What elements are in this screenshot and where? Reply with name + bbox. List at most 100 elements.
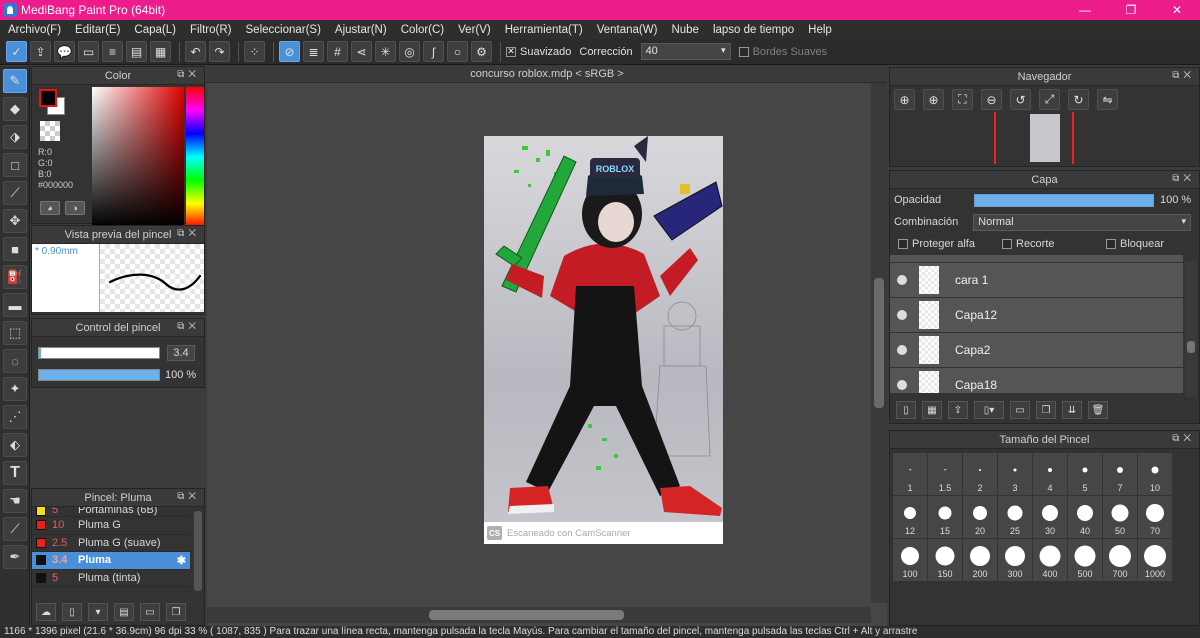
protect-alpha-checkbox[interactable]	[898, 239, 908, 249]
visibility-eye-icon[interactable]	[897, 275, 907, 285]
menu-lapso[interactable]: lapso de tiempo	[707, 24, 802, 36]
snap-settings-icon[interactable]: ⚙	[471, 41, 492, 62]
duplicate-brush-icon[interactable]: ❐	[166, 603, 186, 621]
chat-icon[interactable]: ▭	[78, 41, 99, 62]
canvas-horizontal-scrollbar[interactable]	[207, 607, 871, 623]
new-layer-icon[interactable]: ▯	[896, 401, 916, 419]
menu-filtro[interactable]: Filtro(R)	[184, 24, 240, 36]
brush-size-cell-150[interactable]: 150	[928, 539, 962, 581]
brush-size-cell-3[interactable]: 3	[998, 453, 1032, 495]
brush-size-value[interactable]: 3.4	[167, 345, 195, 361]
snap-vanishing-icon[interactable]: ⋖	[351, 41, 372, 62]
foreground-color-swatch[interactable]	[39, 89, 57, 107]
redo-icon[interactable]: ↷	[209, 41, 230, 62]
brush-size-cell-700[interactable]: 700	[1103, 539, 1137, 581]
brush-size-cell-12[interactable]: 12	[893, 496, 927, 538]
zoom-in-alt-icon[interactable]: ⊕	[923, 89, 944, 110]
snap-parallel-icon[interactable]: ≣	[303, 41, 324, 62]
brush-size-cell-100[interactable]: 100	[893, 539, 927, 581]
menu-ver[interactable]: Ver(V)	[452, 24, 499, 36]
new-halftone-layer-icon[interactable]: ▦	[922, 401, 942, 419]
pen-tool-icon[interactable]: ✒	[3, 545, 27, 569]
zoom-in-icon[interactable]: ⊕	[894, 89, 915, 110]
panel-popout-close-icon[interactable]: ⧉✕	[1172, 433, 1195, 444]
add-brush-dropdown-icon[interactable]: ▾	[88, 603, 108, 621]
layer-opacity-slider[interactable]	[974, 193, 1154, 207]
layer-row-cara-1[interactable]: cara 1	[890, 263, 1183, 298]
menu-ajustar[interactable]: Ajustar(N)	[329, 24, 395, 36]
minimize-button[interactable]: —	[1062, 0, 1108, 20]
menu-help[interactable]: Help	[802, 24, 840, 36]
move-tool-icon[interactable]: ✥	[3, 209, 27, 233]
layer-folder-icon[interactable]: ▭	[1010, 401, 1030, 419]
canvas-area[interactable]: concurso roblox.mdp < sRGB > ROBLOX CS E…	[207, 66, 887, 626]
panel-popout-close-icon[interactable]: ⧉✕	[177, 321, 200, 332]
snap-ring-icon[interactable]: ○	[447, 41, 468, 62]
brush-opacity-slider[interactable]	[38, 369, 160, 381]
duplicate-layer-icon[interactable]: ❐	[1036, 401, 1056, 419]
canvas-vertical-scrollbar[interactable]	[871, 83, 887, 603]
rectangle-tool-icon[interactable]: □	[3, 153, 27, 177]
brush-folder-icon[interactable]: ▭	[140, 603, 160, 621]
undo-icon[interactable]: ↶	[185, 41, 206, 62]
visibility-eye-icon[interactable]	[897, 310, 907, 320]
visibility-eye-icon[interactable]	[897, 345, 907, 355]
fit-window-icon[interactable]: ⛶	[952, 89, 973, 110]
snap-curve-icon[interactable]: ʃ	[423, 41, 444, 62]
layer-list-scrollbar[interactable]	[1185, 261, 1197, 397]
close-button[interactable]: ✕	[1154, 0, 1200, 20]
fullscreen-icon[interactable]: ⤢	[1039, 89, 1060, 110]
rotate-left-icon[interactable]: ↺	[1010, 89, 1031, 110]
selection-dots-icon[interactable]: ⁘	[244, 41, 265, 62]
brush-doc-icon[interactable]: ▤	[114, 603, 134, 621]
brush-item-pluma-tinta[interactable]: 5 Pluma (tinta)	[32, 570, 190, 587]
snap-circle-icon[interactable]: ◎	[399, 41, 420, 62]
brush-size-cell-1000[interactable]: 1000	[1138, 539, 1172, 581]
menu-color[interactable]: Color(C)	[395, 24, 452, 36]
brush-size-cell-1[interactable]: 1	[893, 453, 927, 495]
brush-settings-gear-icon[interactable]: ✱	[177, 554, 186, 567]
transparent-swatch[interactable]	[40, 121, 60, 141]
cloud-brush-icon[interactable]: ☁	[36, 603, 56, 621]
soft-edges-checkbox[interactable]	[738, 46, 749, 57]
select-rect-tool-icon[interactable]: ⬚	[3, 321, 27, 345]
dotted-eraser-tool-icon[interactable]: ⬗	[3, 125, 27, 149]
rotate-right-icon[interactable]: ↻	[1068, 89, 1089, 110]
menu-archivo[interactable]: Archivo(F)	[2, 24, 69, 36]
brush-item-pluma-g[interactable]: 10 Pluma G	[32, 517, 190, 535]
maximize-button[interactable]: ❐	[1108, 0, 1154, 20]
visibility-eye-icon[interactable]	[897, 380, 907, 390]
delete-layer-icon[interactable]: 🗑	[1088, 401, 1108, 419]
layer-row-capa18[interactable]: Capa18	[890, 368, 1183, 393]
brush-size-cell-30[interactable]: 30	[1033, 496, 1067, 538]
snap-cross-icon[interactable]: #	[327, 41, 348, 62]
panel-popout-close-icon[interactable]: ⧉✕	[1172, 70, 1195, 81]
new-brush-icon[interactable]: ▯	[62, 603, 82, 621]
menu-editar[interactable]: Editar(E)	[69, 24, 128, 36]
panel-popout-close-icon[interactable]: ⧉✕	[177, 228, 200, 239]
brush-size-cell-4[interactable]: 4	[1033, 453, 1067, 495]
zoom-out-icon[interactable]: ⊖	[981, 89, 1002, 110]
select-pen-tool-icon[interactable]: ⋰	[3, 405, 27, 429]
merge-layer-icon[interactable]: ⇊	[1062, 401, 1082, 419]
brush-size-cell-500[interactable]: 500	[1068, 539, 1102, 581]
panel-popout-close-icon[interactable]: ⧉✕	[177, 491, 200, 502]
brush-size-cell-300[interactable]: 300	[998, 539, 1032, 581]
lasso-tool-icon[interactable]: ◌	[3, 349, 27, 373]
menu-herramienta[interactable]: Herramienta(T)	[499, 24, 591, 36]
comment-icon[interactable]: 💬	[54, 41, 75, 62]
palette-icon[interactable]: ◕	[40, 201, 60, 215]
flip-icon[interactable]: ⇋	[1097, 89, 1118, 110]
brush-item-portaminas[interactable]: 5 Portaminas (6B)	[32, 507, 190, 517]
brush-size-cell-25[interactable]: 25	[998, 496, 1032, 538]
brush-size-cell-70[interactable]: 70	[1138, 496, 1172, 538]
menu-ventana[interactable]: Ventana(W)	[591, 24, 666, 36]
brush-size-slider[interactable]	[38, 347, 160, 359]
brush-size-cell-7[interactable]: 7	[1103, 453, 1137, 495]
menu-seleccionar[interactable]: Seleccionar(S)	[240, 24, 329, 36]
panel-popout-close-icon[interactable]: ⧉✕	[1172, 173, 1195, 184]
lock-checkbox[interactable]	[1106, 239, 1116, 249]
add-layer-dropdown-icon[interactable]: ▯▾	[974, 401, 1004, 419]
panel-popout-close-icon[interactable]: ⧉✕	[177, 69, 200, 80]
saturation-value-picker[interactable]	[92, 87, 184, 227]
